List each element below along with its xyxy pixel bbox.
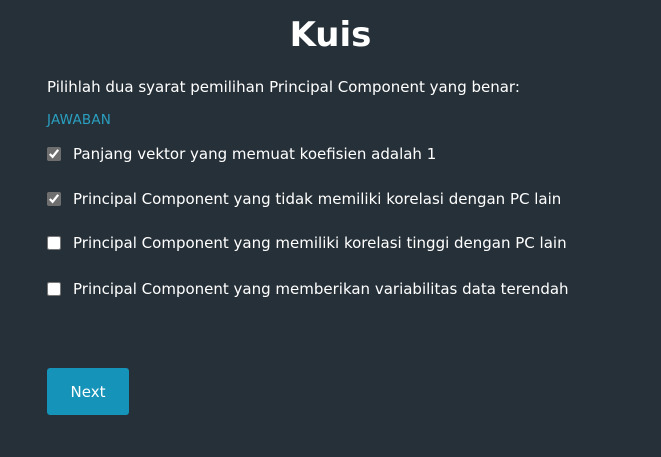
- answer-label: JAWABAN: [47, 112, 112, 128]
- answer-option-2[interactable]: Principal Component yang tidak memiliki …: [47, 188, 561, 210]
- answer-option-label: Principal Component yang memiliki korela…: [73, 234, 567, 252]
- answer-checkbox-4[interactable]: [47, 282, 61, 296]
- answer-checkbox-2[interactable]: [47, 192, 61, 206]
- answer-option-1[interactable]: Panjang vektor yang memuat koefisien ada…: [47, 143, 436, 165]
- answer-checkbox-3[interactable]: [47, 236, 61, 250]
- answer-option-label: Principal Component yang tidak memiliki …: [73, 190, 562, 208]
- answer-option-label: Panjang vektor yang memuat koefisien ada…: [73, 145, 437, 163]
- next-button[interactable]: Next: [47, 368, 129, 415]
- answer-option-label: Principal Component yang memberikan vari…: [73, 280, 569, 298]
- page-title: Kuis: [289, 15, 372, 55]
- answer-checkbox-1[interactable]: [47, 147, 61, 161]
- answer-option-3[interactable]: Principal Component yang memiliki korela…: [47, 232, 567, 254]
- question-text: Pilihlah dua syarat pemilihan Principal …: [47, 78, 520, 96]
- answer-option-4[interactable]: Principal Component yang memberikan vari…: [47, 278, 569, 300]
